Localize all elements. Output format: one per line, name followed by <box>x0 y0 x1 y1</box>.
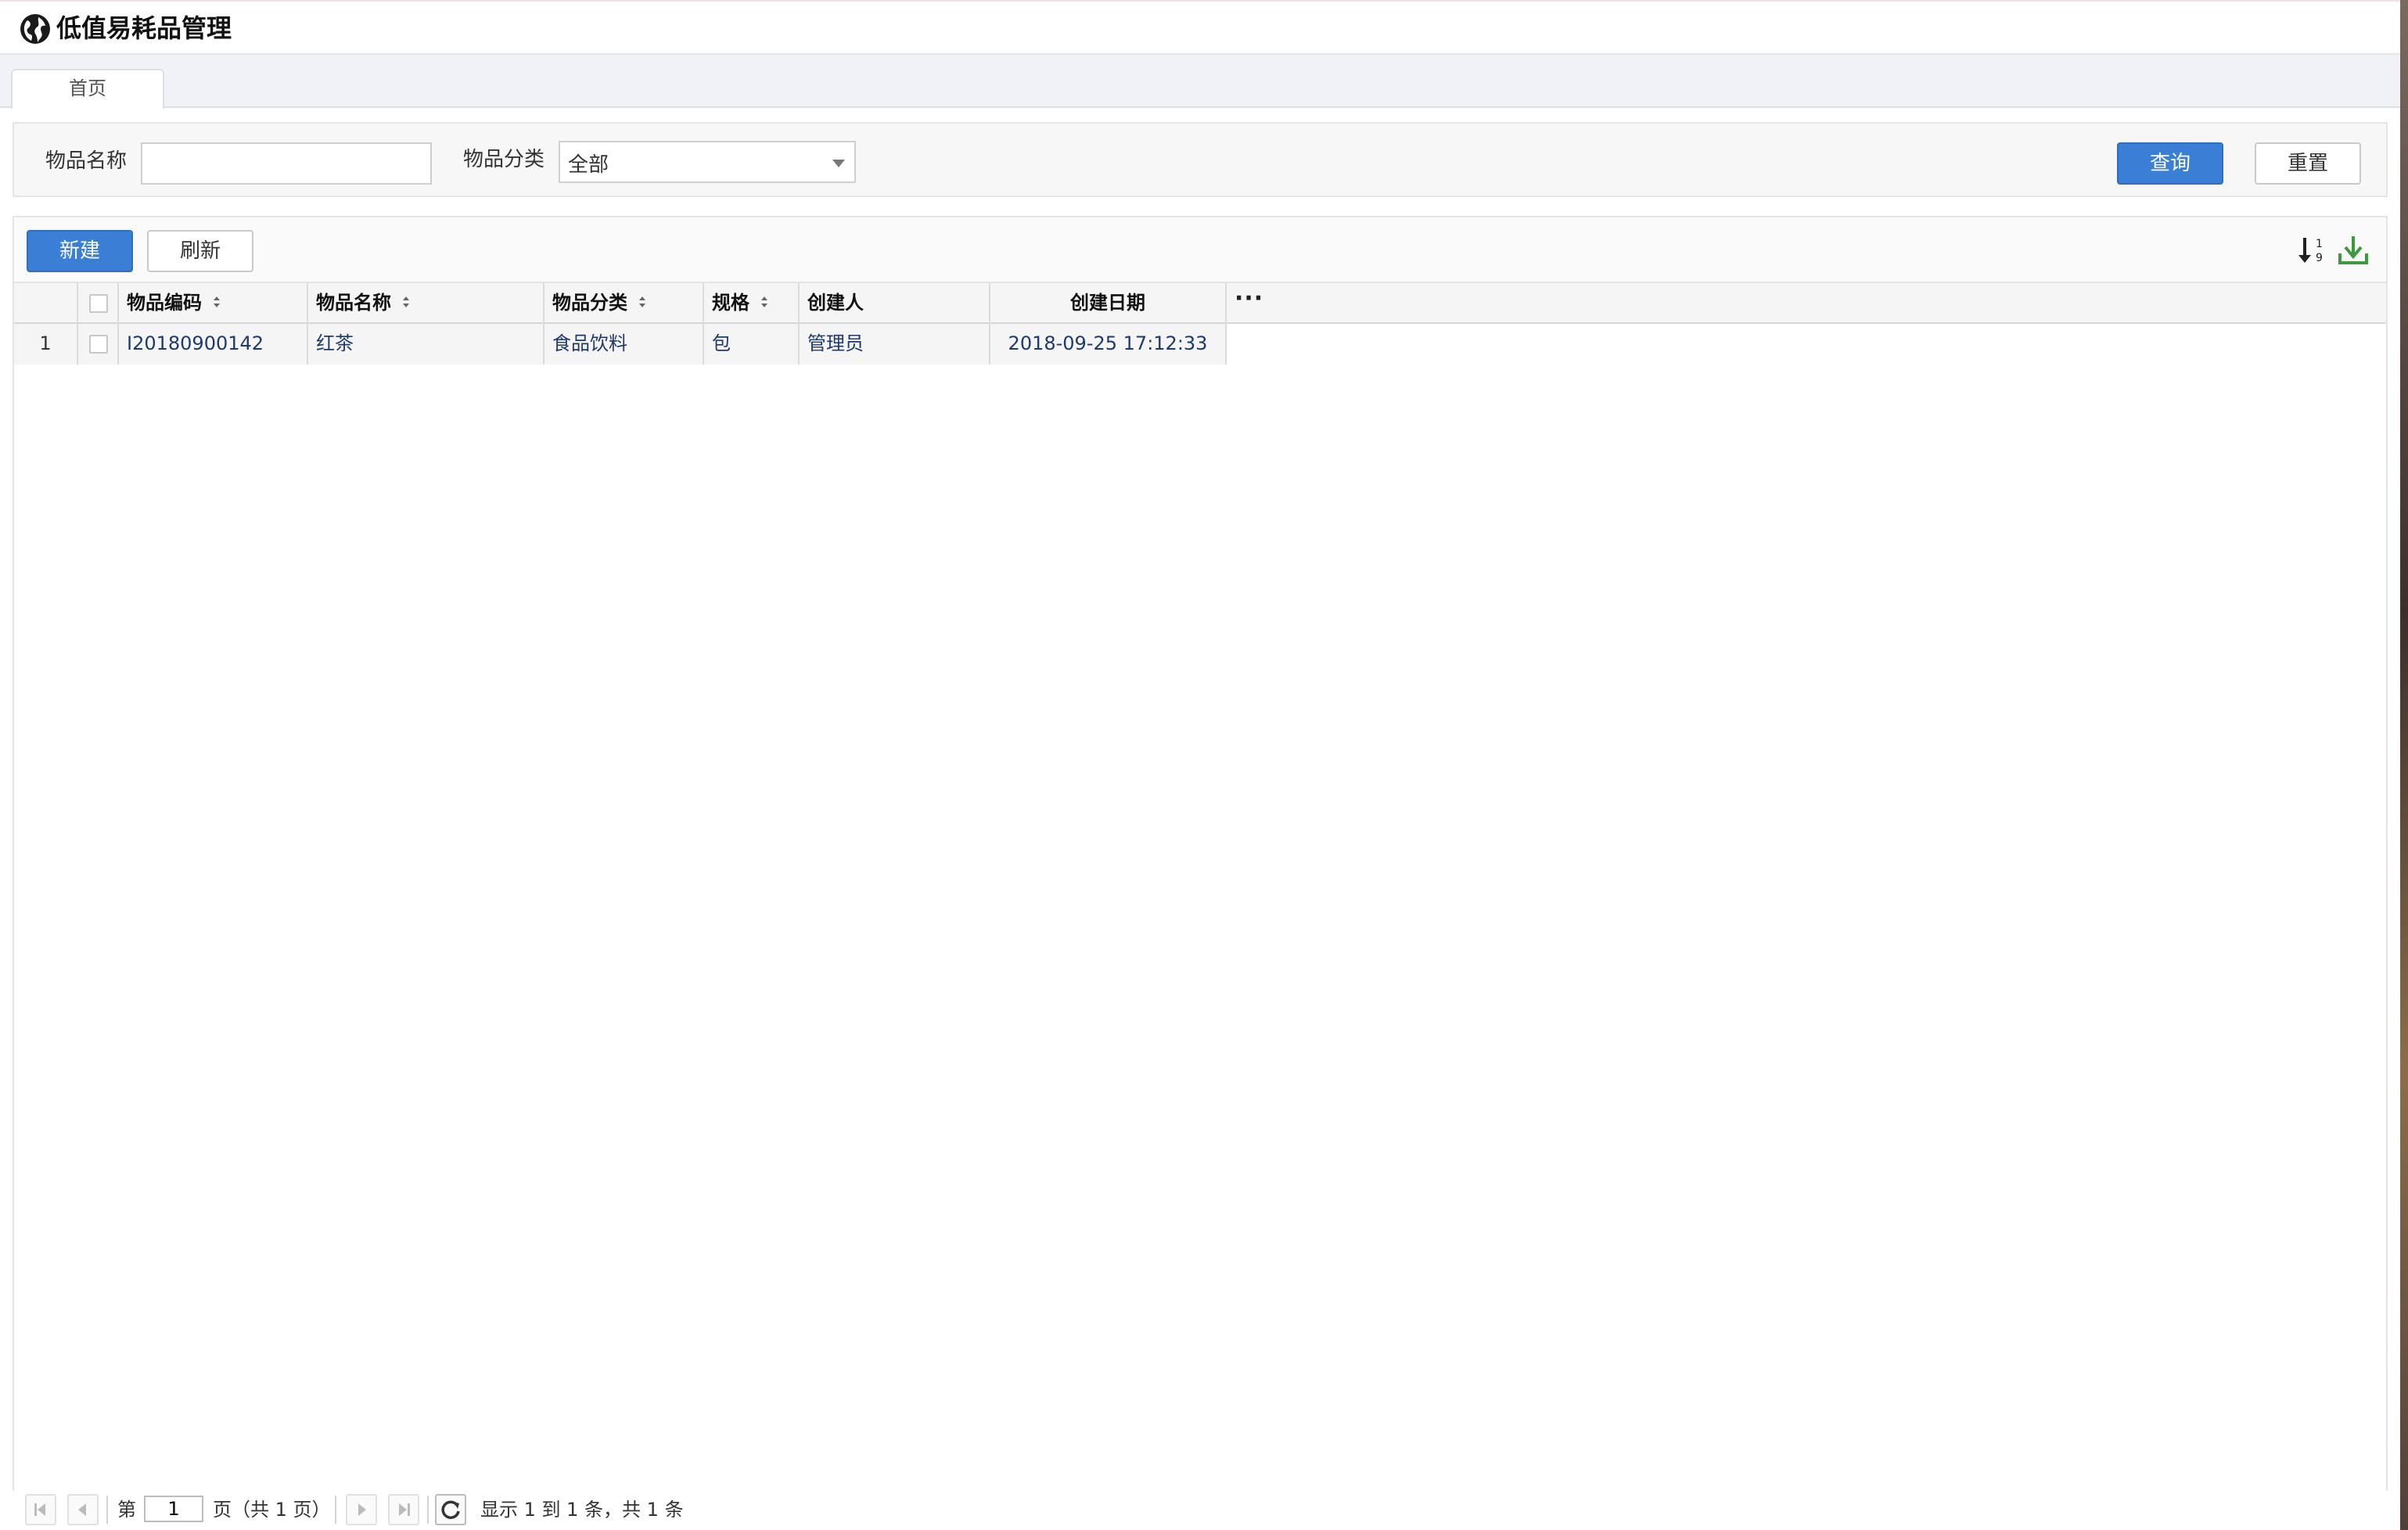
tab-bar: 首页 <box>0 55 2400 110</box>
col-header-name-label: 物品名称 <box>316 292 391 314</box>
next-page-button[interactable] <box>346 1494 377 1525</box>
reload-icon <box>441 1500 460 1519</box>
search-panel: 物品名称 物品分类 全部 查询 重置 <box>13 122 2388 197</box>
select-all-checkbox[interactable] <box>89 294 108 313</box>
select-all-cell <box>78 283 119 324</box>
prev-page-icon <box>78 1503 86 1516</box>
col-header-code-label: 物品编码 <box>127 292 202 314</box>
col-header-created-label: 创建日期 <box>1070 292 1145 314</box>
page-summary: 显示 1 到 1 条，共 1 条 <box>480 1499 684 1521</box>
globe-icon <box>20 14 50 44</box>
download-icon[interactable] <box>2336 233 2370 268</box>
cell-code: I20180900142 <box>119 324 308 365</box>
row-number-header <box>14 283 78 324</box>
app-title: 低值易耗品管理 <box>56 13 232 43</box>
item-name-input[interactable] <box>141 142 432 185</box>
col-header-category[interactable]: 物品分类 <box>544 283 704 324</box>
pager-separator <box>106 1496 108 1524</box>
row-select-cell <box>78 324 119 365</box>
refresh-button[interactable]: 刷新 <box>147 230 253 272</box>
last-page-button[interactable] <box>388 1494 419 1525</box>
more-columns-button[interactable]: ··· <box>1235 283 1263 324</box>
page-suffix: 页（共 1 页） <box>213 1499 331 1521</box>
table-row[interactable]: 1 I20180900142 红茶 食品饮料 包 管理员 2018-09-25 … <box>14 324 1227 365</box>
row-number: 1 <box>14 324 78 365</box>
first-page-button[interactable] <box>25 1494 56 1525</box>
category-select[interactable]: 全部 <box>559 141 856 183</box>
cell-created: 2018-09-25 17:12:33 <box>990 324 1227 365</box>
page-number-input[interactable] <box>144 1496 203 1522</box>
category-label: 物品分类 <box>463 148 545 171</box>
sort-icon <box>761 296 768 307</box>
sort-icon <box>403 296 410 307</box>
col-header-creator-label: 创建人 <box>807 292 864 314</box>
reset-button[interactable]: 重置 <box>2255 142 2361 185</box>
col-header-code[interactable]: 物品编码 <box>119 283 308 324</box>
query-button[interactable]: 查询 <box>2117 142 2223 185</box>
col-header-spec[interactable]: 规格 <box>704 283 800 324</box>
sort-icon <box>214 296 221 307</box>
table-header: 物品编码 物品名称 物品分类 规格 创建人 创建日期 ··· <box>14 283 2386 324</box>
last-page-icon <box>399 1503 410 1516</box>
desktop-background-strip <box>2400 0 2408 1530</box>
first-page-icon <box>34 1503 45 1516</box>
grid-panel: 新建 刷新 1 9 物品编码 物品名称 物品分类 规格 创建人 创建日期 ···… <box>13 216 2388 1530</box>
grid-toolbar: 新建 刷新 1 9 <box>14 217 2386 283</box>
cell-name: 红茶 <box>308 324 544 365</box>
pager-separator <box>335 1496 336 1524</box>
sort-numeric-icon[interactable]: 1 9 <box>2295 233 2330 268</box>
new-button[interactable]: 新建 <box>27 230 133 272</box>
page-prefix: 第 <box>117 1499 136 1521</box>
col-header-spec-label: 规格 <box>712 292 749 314</box>
col-header-category-label: 物品分类 <box>552 292 627 314</box>
row-checkbox[interactable] <box>89 335 108 354</box>
cell-category: 食品饮料 <box>544 324 704 365</box>
app-window: 低值易耗品管理 首页 物品名称 物品分类 全部 查询 重置 新建 刷新 1 9 <box>0 0 2408 1530</box>
col-header-creator[interactable]: 创建人 <box>800 283 990 324</box>
tab-home[interactable]: 首页 <box>11 69 164 110</box>
reload-button[interactable] <box>435 1494 466 1525</box>
next-page-icon <box>358 1503 366 1516</box>
item-name-label: 物品名称 <box>45 149 128 173</box>
title-bar: 低值易耗品管理 <box>0 0 2408 55</box>
svg-text:9: 9 <box>2316 252 2323 264</box>
pager: 第 页（共 1 页） 显示 1 到 1 条，共 1 条 <box>13 1491 2388 1530</box>
sort-icon <box>639 296 646 307</box>
col-header-name[interactable]: 物品名称 <box>308 283 544 324</box>
cell-creator: 管理员 <box>800 324 990 365</box>
category-select-value: 全部 <box>568 153 609 177</box>
col-header-created[interactable]: 创建日期 <box>990 283 1227 324</box>
cell-spec: 包 <box>704 324 800 365</box>
pager-separator <box>427 1496 429 1524</box>
prev-page-button[interactable] <box>67 1494 99 1525</box>
chevron-down-icon <box>832 160 845 167</box>
svg-text:1: 1 <box>2316 238 2323 250</box>
